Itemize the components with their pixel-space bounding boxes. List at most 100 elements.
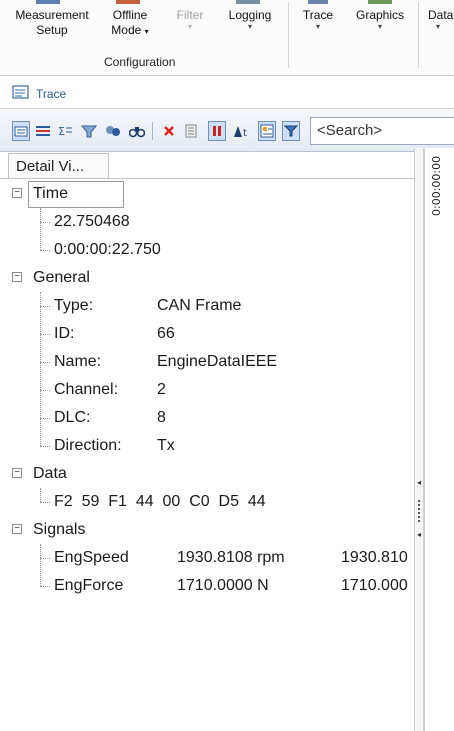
offline-mode-icon [116, 0, 140, 4]
trace-window-title: Trace [36, 87, 67, 101]
logging-dropdown-icon: ▾ [247, 22, 252, 31]
splitter-grip-dot [418, 504, 420, 506]
svg-text:t: t [243, 128, 247, 138]
detail-view-tree: − Time 22.750468 0:00:00:22.750 − Genera… [0, 178, 414, 731]
trace-button[interactable]: Trace ▾ [296, 8, 340, 31]
chronological-view-icon[interactable] [34, 121, 52, 141]
graphics-dropdown-icon: ▾ [377, 22, 382, 31]
time-value-seconds: 22.750468 [54, 213, 130, 230]
detail-view-tab[interactable]: Detail Vi... [8, 153, 109, 179]
tree-node-signals[interactable]: Signals [33, 516, 85, 544]
offline-mode-label-1: Offline [112, 8, 148, 22]
general-field-id-key: ID: [54, 325, 75, 342]
time-value-formatted: 0:00:00:22.750 [54, 241, 161, 258]
signal-engforce-name: EngForce [54, 577, 124, 594]
general-field-direction-key: Direction: [54, 437, 122, 454]
time-collapse-icon[interactable]: − [12, 188, 22, 198]
general-field-name-value: EngineDataIEEE [157, 353, 278, 370]
general-field-type-key: Type: [54, 297, 94, 314]
splitter-grip-dot [418, 516, 420, 518]
find-icon[interactable] [128, 121, 146, 141]
offline-mode-button[interactable]: Offline Mode ▾ [102, 8, 158, 39]
data-bytes: F2 59 F1 44 00 C0 D5 44 [54, 493, 266, 510]
filter-button[interactable]: Filter ▾ [168, 8, 212, 31]
tree-connector [40, 558, 50, 559]
toolbar-separator [152, 122, 153, 140]
measurement-setup-label-1: Measurement [15, 8, 89, 22]
trace-window-title-bar: Trace [0, 79, 454, 109]
measurement-setup-button[interactable]: Measurement Setup [10, 8, 94, 38]
tree-connector [40, 418, 50, 419]
tree-connector [40, 250, 50, 251]
measurement-setup-icon [36, 0, 60, 4]
ribbon-separator-2 [418, 2, 419, 68]
data-dropdown-icon: ▾ [436, 22, 441, 31]
splitter-grip-dot [418, 500, 420, 502]
logging-button[interactable]: Logging ▾ [222, 8, 278, 31]
trace-icon [308, 0, 328, 4]
tree-connector [40, 502, 50, 503]
measurement-setup-label-2: Setup [36, 23, 68, 37]
node-filter-icon[interactable] [104, 121, 122, 141]
general-field-name-key: Name: [54, 353, 102, 370]
general-field-type-value: CAN Frame [157, 297, 242, 314]
tree-connector [40, 292, 41, 446]
tree-connector [40, 586, 50, 587]
signal-engspeed-name: EngSpeed [54, 549, 129, 566]
tree-connector [40, 362, 50, 363]
data-button[interactable]: Data ▾ [424, 8, 454, 31]
graphics-icon [368, 0, 392, 4]
splitter-grip-dot [418, 508, 420, 510]
tree-connector [40, 488, 41, 502]
splitter-grip-dot [418, 512, 420, 514]
data-collapse-icon[interactable]: − [12, 468, 22, 478]
tree-connector [40, 306, 50, 307]
trace-dropdown-icon: ▾ [315, 22, 320, 31]
tree-connector [40, 544, 41, 586]
tree-connector [40, 446, 50, 447]
logging-label: Logging [228, 8, 272, 22]
signals-collapse-icon[interactable]: − [12, 524, 22, 534]
graphics-label: Graphics [355, 8, 405, 22]
splitter-right-arrow-icon: ◂ [417, 530, 422, 539]
trace-mode-icon[interactable] [12, 121, 30, 141]
signal-engforce-raw: 1710.000 [341, 577, 408, 594]
splitter-grip-dot [418, 520, 420, 522]
offline-mode-dropdown-icon: ▾ [144, 27, 149, 36]
ribbon-group-separator [288, 2, 289, 68]
signal-engspeed-value: 1930.8108 rpm [177, 549, 285, 566]
graphics-button[interactable]: Graphics ▾ [350, 8, 410, 31]
data-label: Data [428, 8, 454, 22]
filter-label: Filter [176, 8, 204, 22]
trace-label: Trace [302, 8, 334, 22]
pane-splitter[interactable]: ◂ ◂ [414, 148, 424, 731]
statistics-icon[interactable]: Σ [56, 121, 74, 141]
offline-mode-label-2: Mode [111, 23, 142, 37]
tree-node-data[interactable]: Data [33, 460, 67, 488]
svg-text:Σ: Σ [58, 125, 65, 138]
general-field-id-value: 66 [157, 325, 175, 342]
display-filter-icon[interactable] [282, 121, 300, 141]
time-axis-label: 0:00:00:00 [430, 156, 443, 216]
tree-connector [40, 222, 50, 223]
general-collapse-icon[interactable]: − [12, 272, 22, 282]
signal-engspeed-raw: 1930.810 [341, 549, 408, 566]
signal-engforce-value: 1710.0000 N [177, 577, 269, 594]
search-input[interactable]: <Search> [310, 117, 454, 145]
tree-connector [40, 334, 50, 335]
column-configuration-icon[interactable] [258, 121, 276, 141]
general-field-channel-value: 2 [157, 381, 166, 398]
overwrite-mode-icon[interactable] [182, 121, 200, 141]
pause-icon[interactable] [208, 121, 226, 141]
trace-window-icon [12, 85, 29, 99]
logging-icon [236, 0, 260, 4]
trace-list-pane[interactable] [424, 148, 454, 731]
filter-dropdown-icon: ▾ [187, 22, 192, 31]
ribbon-group-configuration: Configuration [104, 55, 176, 69]
tree-node-general[interactable]: General [33, 264, 90, 292]
time-axis-header: 0:00:00:00 [430, 156, 443, 216]
bus-filter-icon[interactable] [80, 121, 98, 141]
time-node-focus-rect [28, 181, 124, 208]
clear-icon[interactable] [160, 121, 178, 141]
time-mode-icon[interactable]: t [232, 121, 254, 141]
